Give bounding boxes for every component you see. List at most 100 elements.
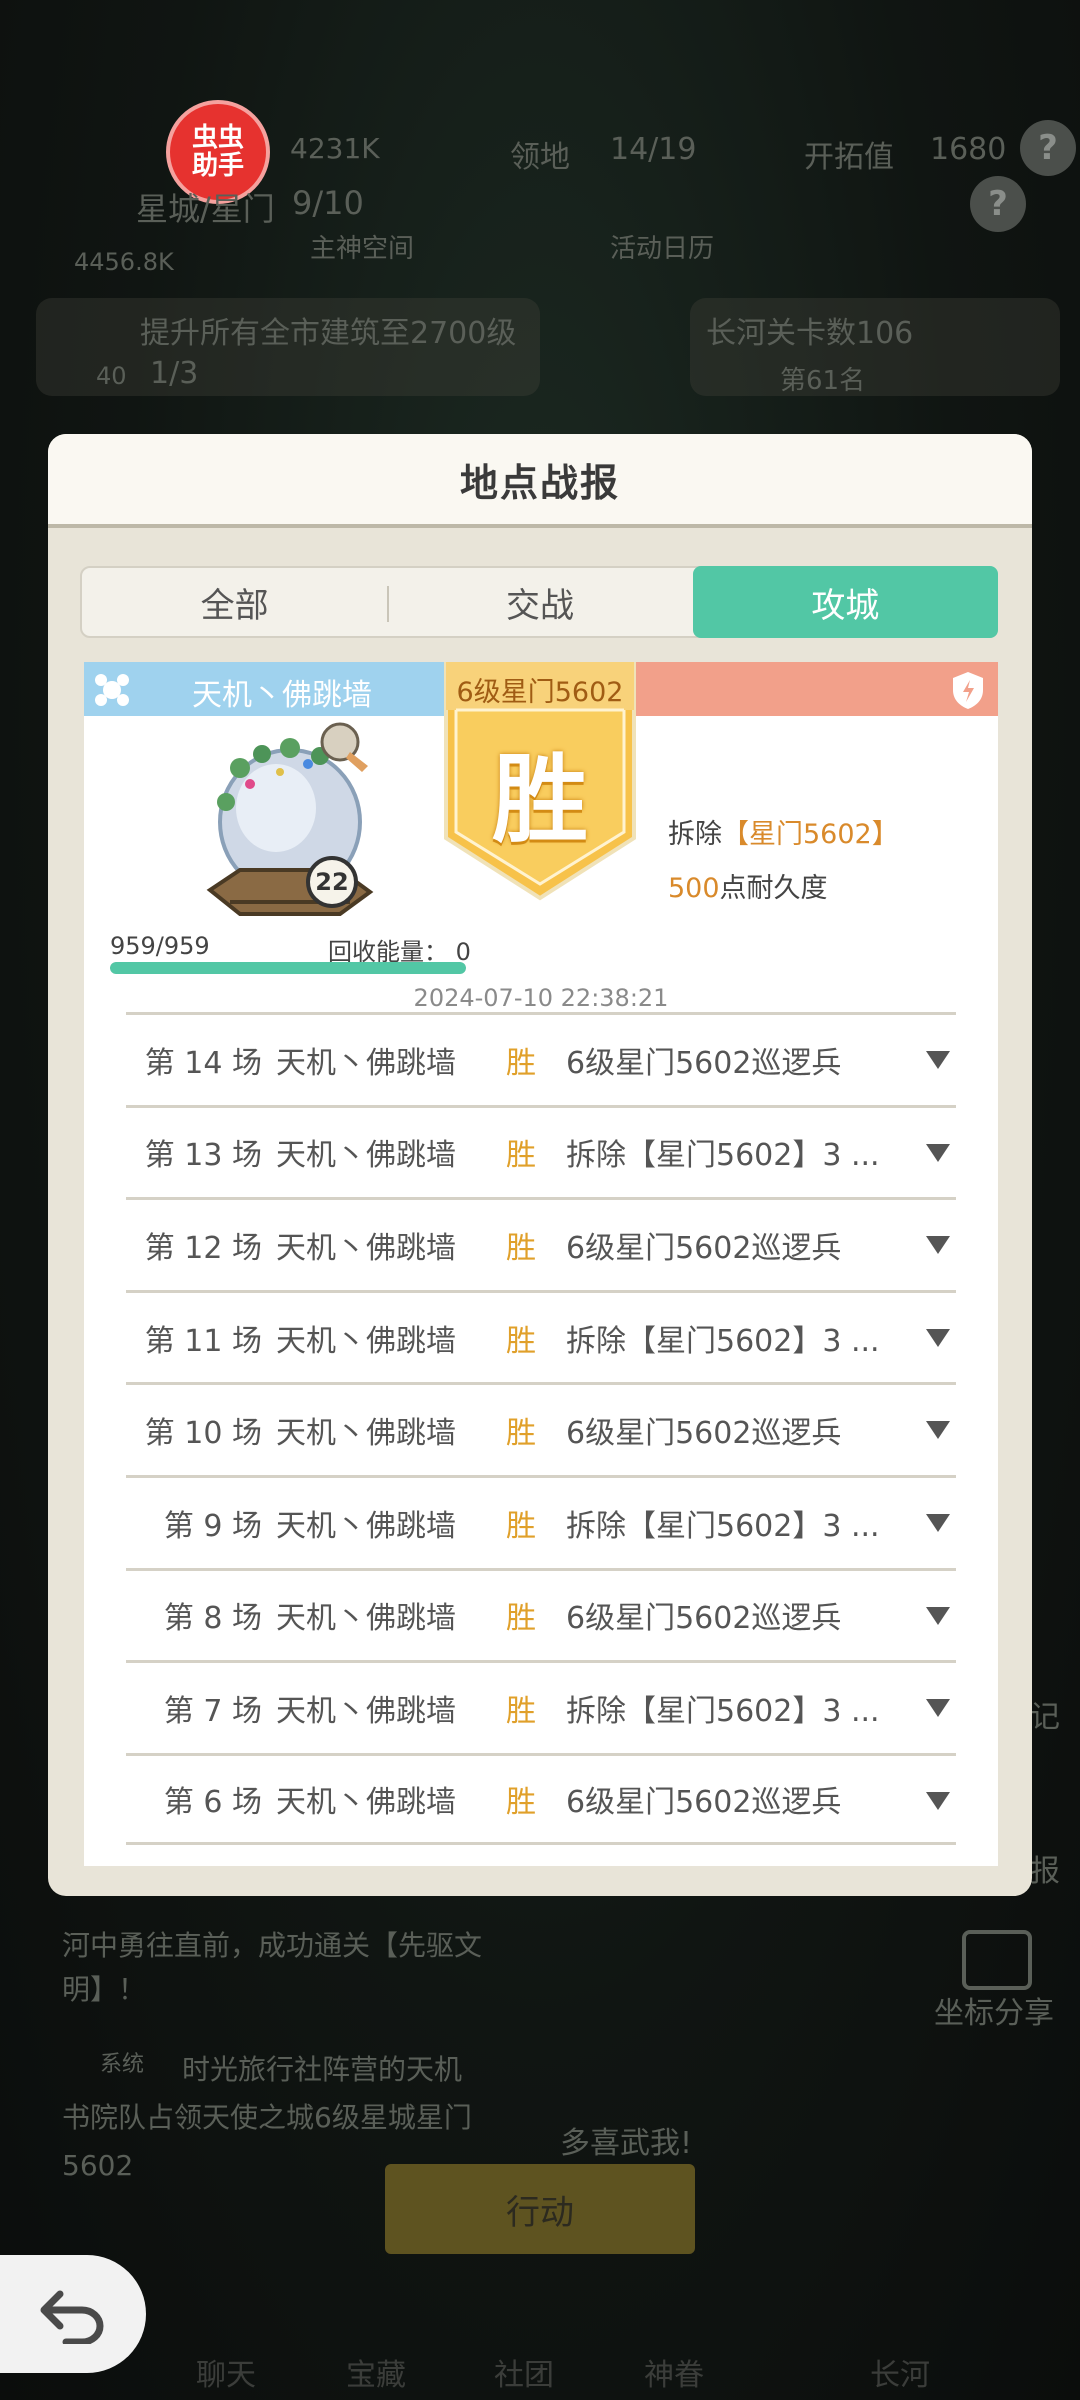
battle-description: 拆除【星门5602】3 ... xyxy=(566,1693,880,1729)
battle-description: 6级星门5602巡逻兵 xyxy=(566,1601,842,1637)
expand-arrow-icon[interactable] xyxy=(926,1421,950,1440)
defender-header xyxy=(624,662,998,716)
tab-all-label: 全部 xyxy=(200,585,269,626)
battle-description: 6级星门5602巡逻兵 xyxy=(566,1416,842,1452)
action-button[interactable]: 行动 xyxy=(385,2164,695,2254)
battle-result: 胜 xyxy=(506,1785,536,1821)
battle-row[interactable]: 第 13 场天机丶佛跳墙 胜拆除【星门5602】3 ... xyxy=(126,1104,956,1198)
assistant-badge-line1: 虫虫 xyxy=(191,123,244,153)
victory-ribbon-label: 6级星门5602 xyxy=(456,677,624,708)
report-panel: 天机丶佛跳墙 22 959/959 回收能量： 0 6级星门5602 胜 拆除【… xyxy=(84,662,998,1866)
tab-siege[interactable]: 攻城 xyxy=(692,566,998,638)
battle-result: 胜 xyxy=(506,1230,536,1266)
battle-result: 胜 xyxy=(506,1601,536,1637)
nav-blessing[interactable]: 神眷 xyxy=(644,2350,704,2394)
battle-row[interactable]: 第 6 场天机丶佛跳墙 胜 6级星门5602巡逻兵 xyxy=(126,1752,956,1846)
territory-label: 领地 xyxy=(510,140,570,175)
faction-icon xyxy=(95,674,129,706)
battle-round: 第 11 场 xyxy=(144,1323,262,1359)
battle-row[interactable]: 第 7 场天机丶佛跳墙 胜拆除【星门5602】3 ... xyxy=(126,1660,956,1753)
territory-count: 14/19 xyxy=(610,132,697,167)
battle-result: 胜 xyxy=(506,1693,536,1729)
battle-row[interactable]: 第 8 场天机丶佛跳墙 胜 6级星门5602巡逻兵 xyxy=(126,1567,956,1661)
modal-header: 地点战报 xyxy=(48,434,1032,528)
battle-round: 第 7 场 xyxy=(163,1693,262,1729)
tab-combat-label: 交战 xyxy=(505,585,574,626)
action-button-label: 行动 xyxy=(506,2192,574,2233)
hp-bar xyxy=(110,962,466,974)
power-value: 4456.8K xyxy=(74,248,174,276)
side-label-report[interactable]: 报 xyxy=(1030,1846,1060,1890)
god-space-label: 主神空间 xyxy=(310,234,415,264)
tab-all[interactable]: 全部 xyxy=(82,568,387,636)
battle-description: 6级星门5602巡逻兵 xyxy=(566,1230,842,1266)
battle-result: 胜 xyxy=(506,1508,536,1544)
resource-value: 4231K xyxy=(290,132,380,165)
unit-level-badge: 22 xyxy=(306,856,358,908)
stage-text: 长河关卡数106 xyxy=(706,316,914,351)
expand-arrow-icon[interactable] xyxy=(926,1606,950,1625)
demolish-line: 拆除【星门5602】 xyxy=(668,812,899,851)
expand-arrow-icon[interactable] xyxy=(926,1143,950,1162)
nav-river[interactable]: 长河 xyxy=(870,2350,930,2394)
battle-player: 天机丶佛跳墙 xyxy=(276,1045,456,1081)
hp-text: 959/959 xyxy=(110,932,210,960)
location-label: 星城/星门 xyxy=(136,190,275,228)
modal-title: 地点战报 xyxy=(459,460,620,505)
share-label[interactable]: 坐标分享 xyxy=(934,1988,1054,2032)
help-icon[interactable]: ? xyxy=(1020,120,1076,176)
unit-level: 22 xyxy=(315,868,349,896)
expand-arrow-icon[interactable] xyxy=(926,1236,950,1255)
expand-arrow-icon[interactable] xyxy=(926,1051,950,1069)
battle-round: 第 6 场 xyxy=(163,1785,262,1821)
expand-arrow-icon[interactable] xyxy=(926,1791,950,1810)
side-label-record[interactable]: 记 xyxy=(1030,1692,1060,1736)
expand-arrow-icon[interactable] xyxy=(926,1328,950,1347)
expand-arrow-icon[interactable] xyxy=(926,1699,950,1718)
durability-suffix: 点耐久度 xyxy=(719,873,828,904)
story-text-1: 河中勇往直前，成功通关【先驱文明】！ xyxy=(62,1929,483,2006)
task-badge: 40 xyxy=(96,362,127,390)
battle-row[interactable]: 第 11 场天机丶佛跳墙 胜拆除【星门5602】3 ... xyxy=(126,1289,956,1383)
back-button[interactable] xyxy=(0,2255,146,2373)
battle-row[interactable]: 第 9 场天机丶佛跳墙 胜拆除【星门5602】3 ... xyxy=(126,1474,956,1568)
share-icon[interactable] xyxy=(962,1930,1032,1990)
battle-row[interactable]: 第 10 场天机丶佛跳墙 胜 6级星门5602巡逻兵 xyxy=(126,1382,956,1475)
location-count: 9/10 xyxy=(292,184,364,222)
battle-round: 第 10 场 xyxy=(144,1416,262,1452)
demolish-target: 【星门5602】 xyxy=(722,819,899,850)
hp-bar-fill xyxy=(110,962,466,974)
demolish-prefix: 拆除 xyxy=(668,819,722,850)
battle-player: 天机丶佛跳墙 xyxy=(276,1785,456,1821)
battle-round: 第 12 场 xyxy=(144,1230,262,1266)
nav-treasure[interactable]: 宝藏 xyxy=(346,2350,406,2394)
banner-text: 多喜武我! xyxy=(560,2126,693,2161)
exploration-label: 开拓值 xyxy=(804,140,894,175)
battle-round: 第 13 场 xyxy=(144,1138,262,1174)
durability-value: 500 xyxy=(668,873,720,904)
battle-result: 胜 xyxy=(506,1138,536,1174)
battle-row[interactable]: 第 12 场天机丶佛跳墙 胜 6级星门5602巡逻兵 xyxy=(126,1197,956,1290)
nav-club[interactable]: 社团 xyxy=(494,2350,554,2394)
battle-description: 6级星门5602巡逻兵 xyxy=(566,1785,842,1821)
tab-combat[interactable]: 交战 xyxy=(387,568,692,636)
battle-result: 胜 xyxy=(506,1416,536,1452)
report-timestamp: 2024-07-10 22:38:21 xyxy=(413,984,669,1012)
battle-row[interactable]: 第 14 场天机丶佛跳墙 胜 6级星门5602巡逻兵 xyxy=(126,1012,956,1105)
battle-player: 天机丶佛跳墙 xyxy=(276,1693,456,1729)
nav-chat[interactable]: 聊天 xyxy=(196,2350,256,2394)
victory-text: 胜 xyxy=(492,743,588,856)
battle-round: 第 9 场 xyxy=(163,1508,262,1544)
exploration-value: 1680 xyxy=(930,132,1007,167)
battle-player: 天机丶佛跳墙 xyxy=(276,1416,456,1452)
expand-arrow-icon[interactable] xyxy=(926,1513,950,1532)
battle-description: 拆除【星门5602】3 ... xyxy=(566,1138,880,1174)
event-calendar-label: 活动日历 xyxy=(610,234,715,264)
help-icon-2[interactable]: ? xyxy=(970,176,1026,232)
battle-player: 天机丶佛跳墙 xyxy=(276,1323,456,1359)
report-tabs: 全部 交战 攻城 xyxy=(80,566,998,638)
tab-siege-label: 攻城 xyxy=(811,585,880,626)
battle-description: 拆除【星门5602】3 ... xyxy=(566,1508,880,1544)
battle-result: 胜 xyxy=(506,1045,536,1081)
battle-report-modal: 地点战报 全部 交战 攻城 天机丶佛跳墙 22 959/959 回收能量： 0 … xyxy=(48,434,1032,1896)
